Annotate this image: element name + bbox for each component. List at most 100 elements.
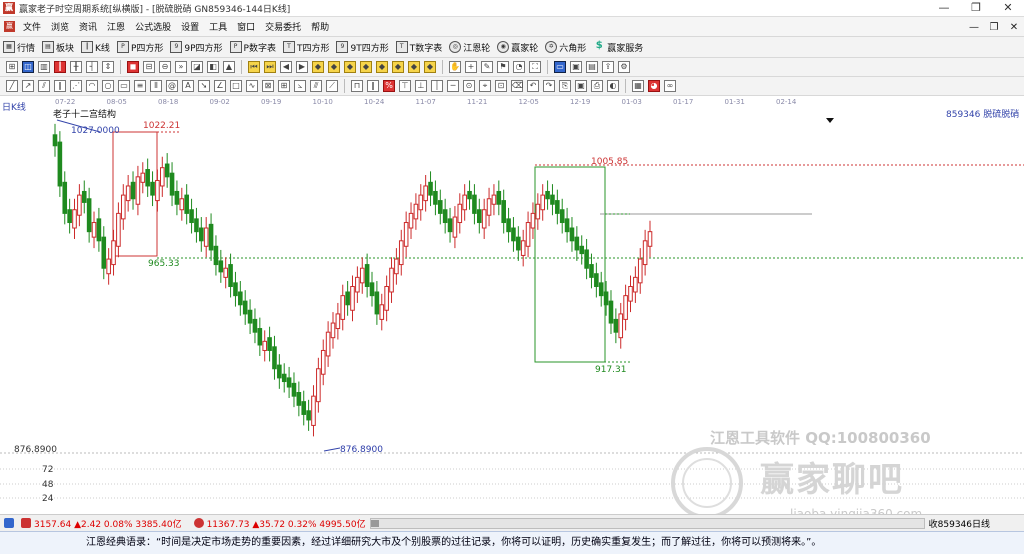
target-icon[interactable]: ⊙ <box>463 80 475 92</box>
layout-icon[interactable]: ⊞ <box>6 61 18 73</box>
settings-icon[interactable]: ⚙ <box>618 61 630 73</box>
line-tool-icon[interactable]: ╱ <box>6 80 18 92</box>
close-button[interactable]: ✕ <box>992 0 1024 17</box>
print-icon[interactable]: ⎙ <box>591 80 603 92</box>
time-window-icon[interactable]: ◧ <box>207 61 219 73</box>
save-icon[interactable]: ▣ <box>575 80 587 92</box>
cycle-tool-icon[interactable]: ⦀ <box>150 80 162 92</box>
fib-tool-icon[interactable]: ≡ <box>134 80 146 92</box>
gann-grid-icon[interactable]: ⊞ <box>278 80 290 92</box>
kline-button[interactable]: ┃ K线 <box>81 41 110 54</box>
infinity-icon[interactable]: ∞ <box>664 80 676 92</box>
9t-square-button[interactable]: 9 9T四方形 <box>336 41 389 54</box>
color-wheel-icon[interactable]: ◕ <box>648 80 660 92</box>
diamond-7-icon[interactable]: ◆ <box>408 61 420 73</box>
wave-tool-icon[interactable]: ∿ <box>246 80 258 92</box>
zoom-icon[interactable]: ⇕ <box>102 61 114 73</box>
last-icon[interactable]: ⏭ <box>264 61 276 73</box>
speed-line-icon[interactable]: ⫻ <box>310 80 322 92</box>
menu-gann[interactable]: 江恩 <box>102 20 130 33</box>
next-icon[interactable]: ▶ <box>296 61 308 73</box>
cycle-icon[interactable]: ⊖ <box>159 61 171 73</box>
menu-file[interactable]: 文件 <box>18 20 46 33</box>
diamond-5-icon[interactable]: ◆ <box>376 61 388 73</box>
grid-icon[interactable] <box>4 518 14 528</box>
vertical-line-icon[interactable]: │ <box>431 80 443 92</box>
dropdown-arrow-icon[interactable] <box>826 118 834 123</box>
period-icon[interactable]: ◼ <box>127 61 139 73</box>
mdi-minimize-button[interactable]: — <box>964 22 984 33</box>
ray-tool-icon[interactable]: ↗ <box>22 80 34 92</box>
pen-icon[interactable]: ✎ <box>481 61 493 73</box>
mdi-restore-button[interactable]: ❐ <box>984 22 1004 33</box>
diamond-4-icon[interactable]: ◆ <box>360 61 372 73</box>
forward-icon[interactable]: » <box>175 61 187 73</box>
rect-tool-icon[interactable]: ▭ <box>118 80 130 92</box>
sectors-button[interactable]: ▤ 板块 <box>42 41 74 54</box>
table-icon[interactable]: ▥ <box>38 61 50 73</box>
mark-icon[interactable]: ⊓ <box>351 80 363 92</box>
undo-icon[interactable]: ↶ <box>527 80 539 92</box>
quotes-button[interactable]: ▦ 行情 <box>3 41 35 54</box>
grid-toggle-icon[interactable]: ▦ <box>632 80 644 92</box>
candle-type-icon[interactable]: ╫ <box>70 61 82 73</box>
first-icon[interactable]: ⏮ <box>248 61 260 73</box>
diamond-3-icon[interactable]: ◆ <box>344 61 356 73</box>
eraser-icon[interactable]: ⌫ <box>511 80 523 92</box>
hexagon-button[interactable]: ✡ 六角形 <box>545 41 586 54</box>
winner-service-button[interactable]: $ 赢家服务 <box>593 41 644 54</box>
menu-trade[interactable]: 交易委托 <box>260 20 306 33</box>
double-line-icon[interactable]: ‖ <box>367 80 379 92</box>
scroll-thumb[interactable] <box>370 519 379 527</box>
diamond-2-icon[interactable]: ◆ <box>328 61 340 73</box>
horizontal-scrollbar[interactable] <box>369 517 925 529</box>
circle-tool-icon[interactable]: ○ <box>102 80 114 92</box>
minimize-button[interactable]: — <box>928 0 960 17</box>
text-tool-icon[interactable]: A <box>182 80 194 92</box>
menu-browse[interactable]: 浏览 <box>46 20 74 33</box>
monitor-icon[interactable]: ▭ <box>554 61 566 73</box>
gann-wheel-button[interactable]: ◎ 江恩轮 <box>449 41 490 54</box>
price-tool-icon[interactable]: ⊥ <box>415 80 427 92</box>
ohlc-icon[interactable]: ┤ <box>86 61 98 73</box>
bar-type-icon[interactable]: ┃ <box>54 61 66 73</box>
redo-icon[interactable]: ↷ <box>543 80 555 92</box>
t-numeric-button[interactable]: T T数字表 <box>395 41 442 54</box>
menu-formula-screen[interactable]: 公式选股 <box>130 20 176 33</box>
fan-tool-icon[interactable]: ⋰ <box>70 80 82 92</box>
chart-mode-icon[interactable]: ◫ <box>22 61 34 73</box>
gann-box-icon[interactable]: ⊠ <box>262 80 274 92</box>
gann-fan-icon[interactable]: ◪ <box>191 61 203 73</box>
fullscreen-icon[interactable]: ⛶ <box>529 61 541 73</box>
gann-angle-icon[interactable]: ⦣ <box>294 80 306 92</box>
horizontal-line-icon[interactable]: ─ <box>447 80 459 92</box>
square-tool-icon[interactable]: □ <box>230 80 242 92</box>
flag-icon[interactable]: ⚑ <box>497 61 509 73</box>
scale-icon[interactable]: ⊟ <box>143 61 155 73</box>
channel-tool-icon[interactable]: ⫽ <box>38 80 50 92</box>
palette-icon[interactable]: ◐ <box>607 80 619 92</box>
arrow-tool-icon[interactable]: ➘ <box>198 80 210 92</box>
restore-button[interactable]: ❐ <box>960 0 992 17</box>
9p-square-button[interactable]: 9 9P四方形 <box>170 41 223 54</box>
book-icon[interactable]: ▣ <box>570 61 582 73</box>
pie-icon[interactable]: ◔ <box>513 61 525 73</box>
diamond-8-icon[interactable]: ◆ <box>424 61 436 73</box>
lock-icon[interactable]: ⊡ <box>495 80 507 92</box>
angle-tool-icon[interactable]: ∠ <box>214 80 226 92</box>
hand-icon[interactable]: ✋ <box>449 61 461 73</box>
trend-icon[interactable]: ⟋ <box>326 80 338 92</box>
pin-icon[interactable]: ⌖ <box>479 80 491 92</box>
parallel-tool-icon[interactable]: ∥ <box>54 80 66 92</box>
time-tool-icon[interactable]: ⊤ <box>399 80 411 92</box>
p-square-button[interactable]: P P四方形 <box>116 41 163 54</box>
spiral-tool-icon[interactable]: @ <box>166 80 178 92</box>
p-numeric-button[interactable]: P P数字表 <box>229 41 276 54</box>
crosshair-icon[interactable]: + <box>465 61 477 73</box>
menu-help[interactable]: 帮助 <box>306 20 334 33</box>
diamond-6-icon[interactable]: ◆ <box>392 61 404 73</box>
marker-icon[interactable]: ▲ <box>223 61 235 73</box>
menu-window[interactable]: 窗口 <box>232 20 260 33</box>
menu-tools[interactable]: 工具 <box>204 20 232 33</box>
arc-tool-icon[interactable]: ◠ <box>86 80 98 92</box>
